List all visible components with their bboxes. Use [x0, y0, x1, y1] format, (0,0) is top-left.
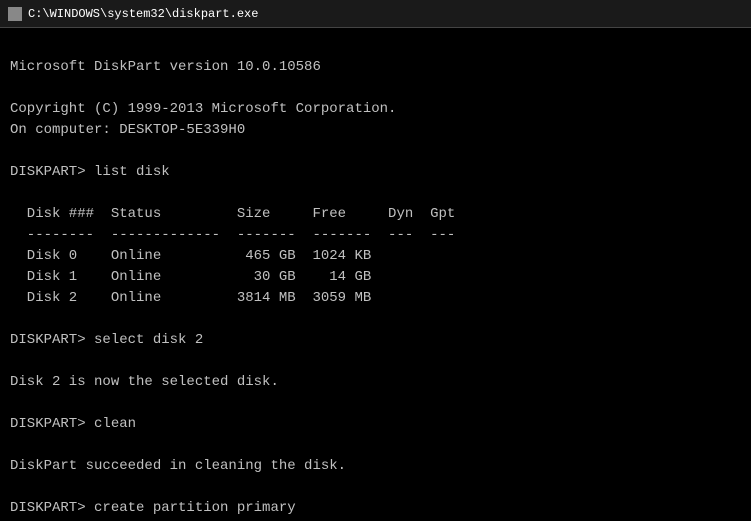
app-icon [8, 7, 22, 21]
console-line [10, 477, 741, 498]
console-output: Microsoft DiskPart version 10.0.10586 Co… [0, 28, 751, 521]
console-line: Disk 0 Online 465 GB 1024 KB [10, 246, 741, 267]
console-line: Disk 1 Online 30 GB 14 GB [10, 267, 741, 288]
console-line: DISKPART> clean [10, 414, 741, 435]
title-bar: C:\WINDOWS\system32\diskpart.exe [0, 0, 751, 28]
console-line: Disk ### Status Size Free Dyn Gpt [10, 204, 741, 225]
console-line: -------- ------------- ------- ------- -… [10, 225, 741, 246]
console-line: Copyright (C) 1999-2013 Microsoft Corpor… [10, 99, 741, 120]
console-line [10, 351, 741, 372]
console-line [10, 141, 741, 162]
console-line: DISKPART> select disk 2 [10, 330, 741, 351]
console-line: Disk 2 Online 3814 MB 3059 MB [10, 288, 741, 309]
console-line: Microsoft DiskPart version 10.0.10586 [10, 57, 741, 78]
console-line: DISKPART> list disk [10, 162, 741, 183]
console-line: DiskPart succeeded in cleaning the disk. [10, 456, 741, 477]
console-line [10, 36, 741, 57]
console-line [10, 435, 741, 456]
console-line: Disk 2 is now the selected disk. [10, 372, 741, 393]
title-text: C:\WINDOWS\system32\diskpart.exe [28, 7, 258, 21]
console-line: DISKPART> create partition primary [10, 498, 741, 519]
console-line [10, 309, 741, 330]
console-line [10, 393, 741, 414]
console-line [10, 78, 741, 99]
console-line [10, 183, 741, 204]
console-line: On computer: DESKTOP-5E339H0 [10, 120, 741, 141]
